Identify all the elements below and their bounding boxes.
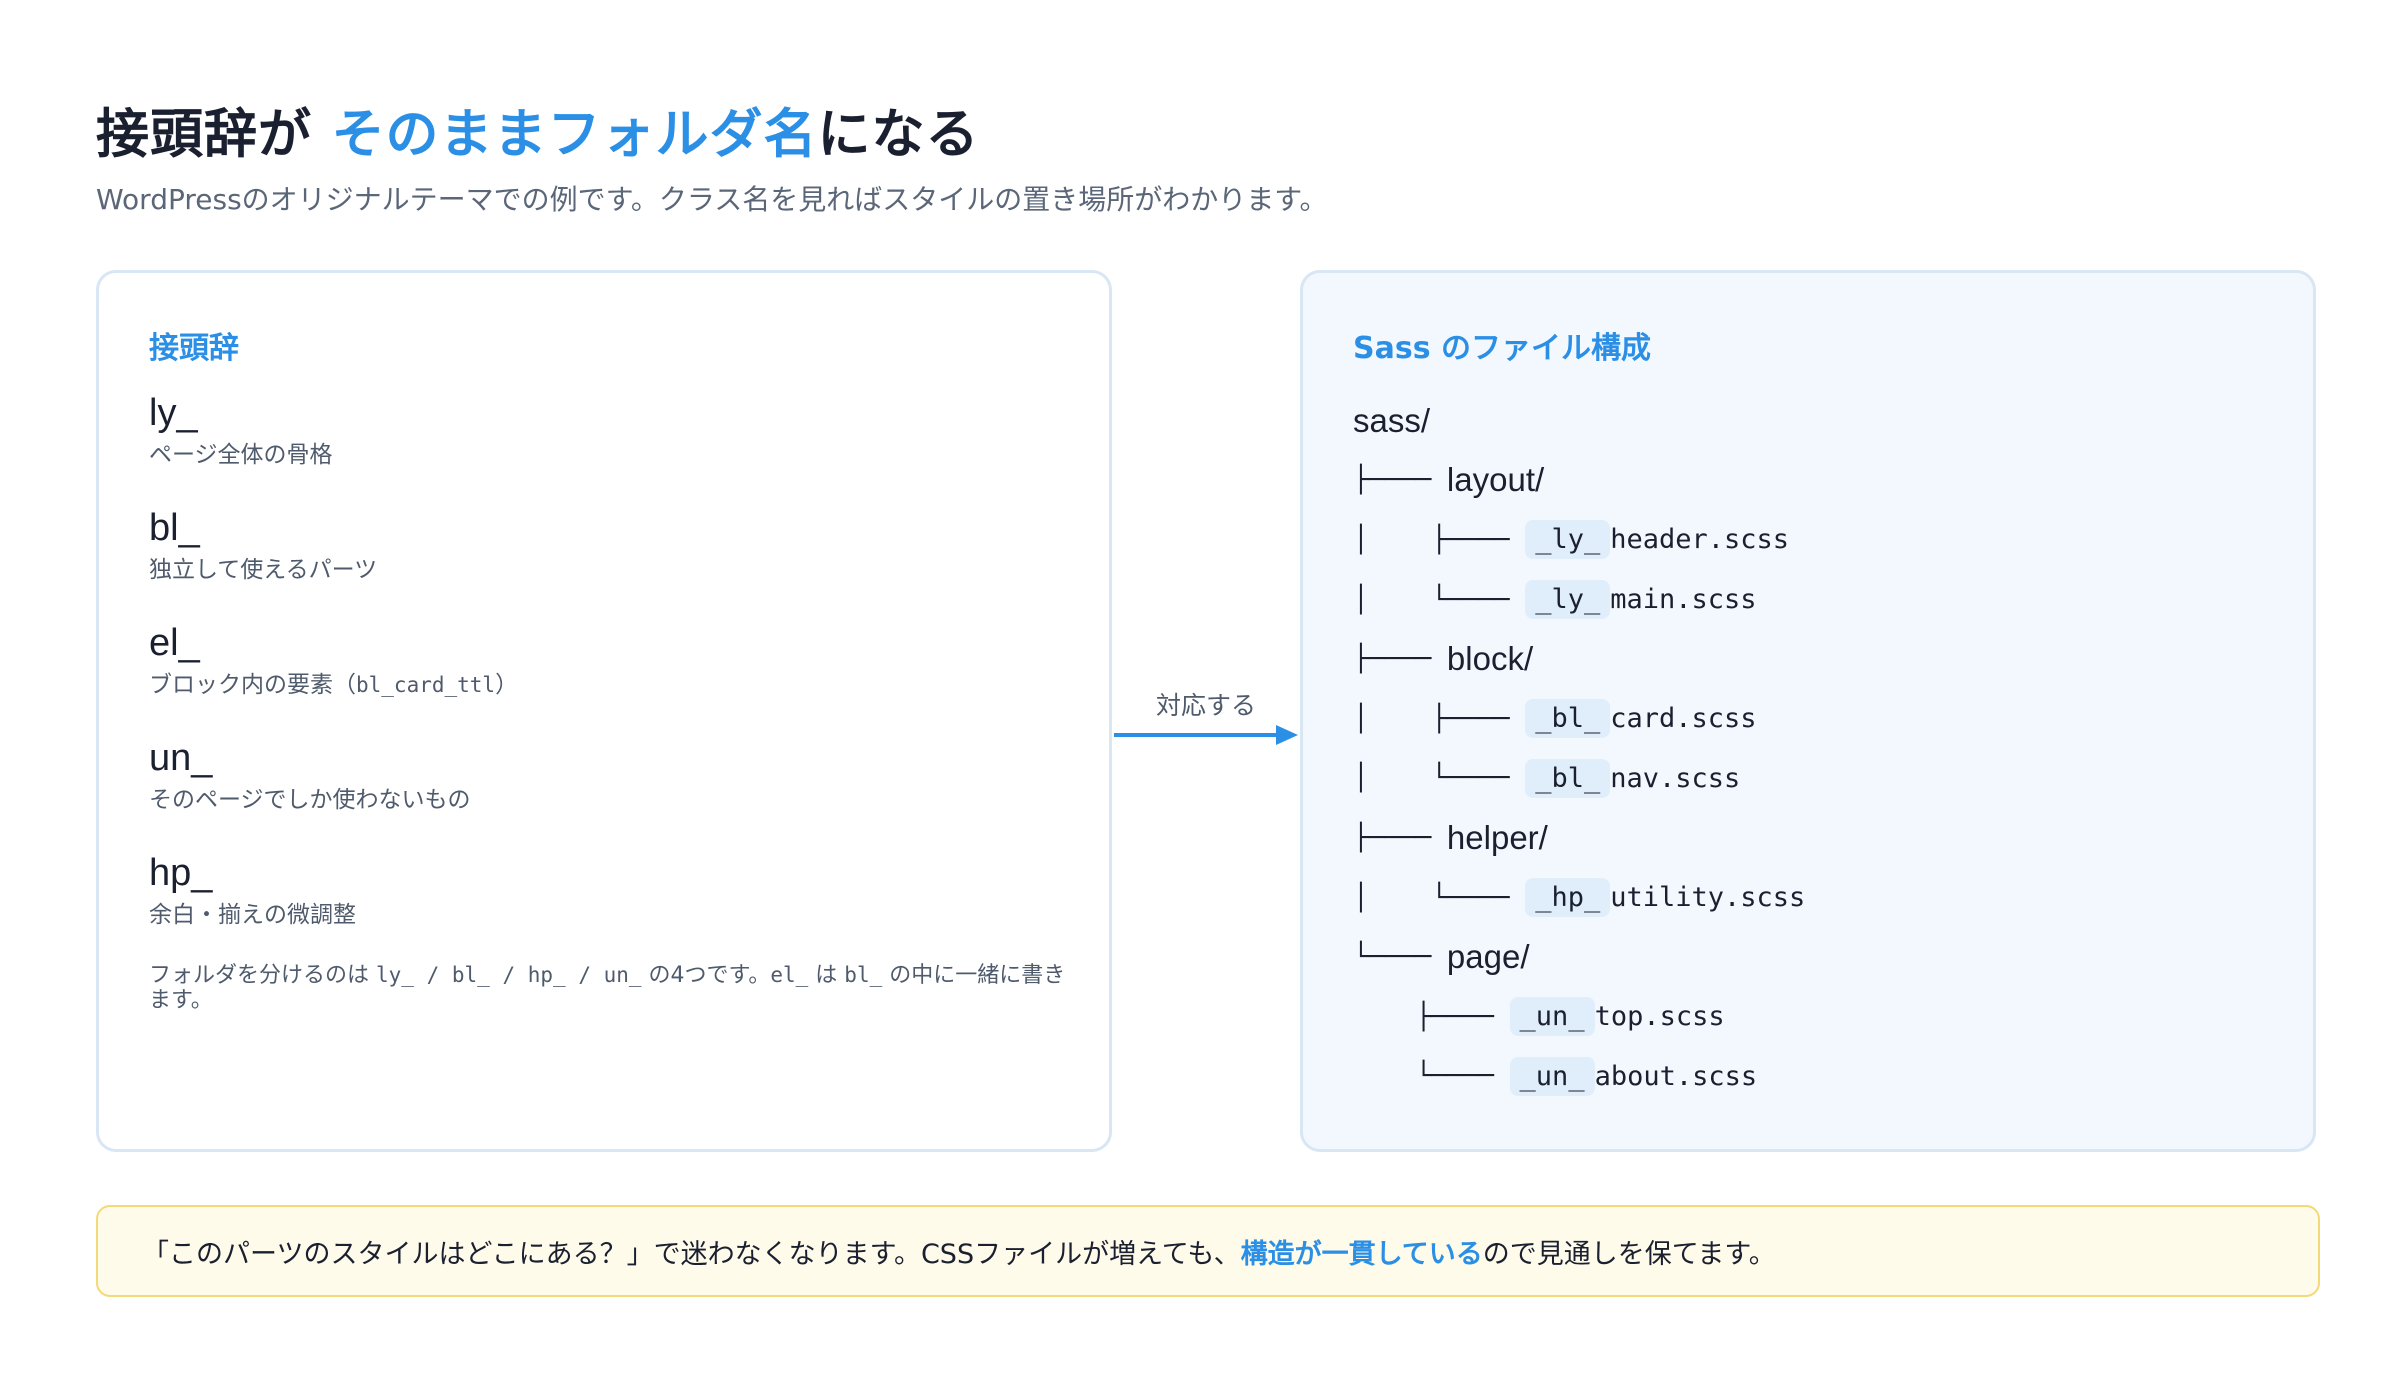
page-subtitle: WordPressのオリジナルテーマでの例です。クラス名を見ればスタイルの置き場… bbox=[96, 183, 1328, 216]
note-sep: / bbox=[413, 963, 452, 987]
tree-file: _bl_ nav.scss bbox=[1525, 758, 1741, 798]
tree-file: _ly_ main.scss bbox=[1525, 580, 1757, 620]
prefix-panel: 接頭辞 ly_ ページ全体の骨格 bl_ 独立して使えるパーツ el_ ブロック… bbox=[96, 270, 1112, 1152]
tree-file-row: │ └──── _bl_ nav.scss bbox=[1353, 749, 2273, 809]
tree-guide: │ └──── bbox=[1353, 763, 1526, 794]
prefix-desc-text: ） bbox=[495, 672, 519, 698]
tree-guide: │ └──── bbox=[1353, 584, 1526, 615]
tree-folder-row: ├──── layout/ bbox=[1353, 451, 2273, 511]
prefix-desc: そのページでしか使わないもの bbox=[149, 787, 471, 813]
tree-file-row: │ ├──── _bl_ card.scss bbox=[1353, 689, 2273, 749]
folder-name: block/ bbox=[1446, 640, 1534, 678]
note-text: は bbox=[808, 963, 845, 988]
tree-file-row: ├──── _un_ top.scss bbox=[1353, 987, 2273, 1047]
sass-file-tree: sass/├──── layout/│ ├──── _ly_ header.scs… bbox=[1353, 391, 2273, 1106]
title-after: になる bbox=[817, 104, 980, 165]
title-accent: そのままフォルダ名 bbox=[331, 104, 818, 165]
note-code: bl_ bbox=[451, 963, 490, 987]
file-prefix-chip: _bl_ bbox=[1525, 758, 1611, 798]
tree-folder-row: ├──── helper/ bbox=[1353, 808, 2273, 868]
file-prefix-chip: _ly_ bbox=[1525, 520, 1611, 560]
tree-folder-row: sass/ bbox=[1353, 391, 2273, 451]
file-name: header.scss bbox=[1610, 524, 1790, 556]
tree-guide: └──── bbox=[1353, 1061, 1510, 1092]
prefix-desc: 独立して使えるパーツ bbox=[149, 557, 378, 583]
note-code: un_ bbox=[603, 963, 642, 987]
prefix-code: hp_ bbox=[149, 852, 213, 894]
file-prefix-chip: _bl_ bbox=[1525, 699, 1611, 739]
tree-file-row: │ └──── _ly_ main.scss bbox=[1353, 570, 2273, 630]
prefix-note: フォルダを分けるのは ly_ / bl_ / hp_ / un_ の4つです。e… bbox=[149, 963, 1069, 1013]
connector-label: 対応する bbox=[1155, 691, 1256, 720]
sass-panel-heading: Sass のファイル構成 bbox=[1353, 331, 1652, 366]
tree-guide: │ └──── bbox=[1353, 882, 1526, 913]
tree-file-row: │ └──── _hp_ utility.scss bbox=[1353, 868, 2273, 928]
prefix-code: un_ bbox=[149, 737, 213, 779]
file-prefix-chip: _un_ bbox=[1509, 997, 1595, 1037]
tree-guide: ├──── bbox=[1353, 644, 1447, 675]
file-prefix-chip: _hp_ bbox=[1525, 878, 1611, 918]
connector-arrow-head bbox=[1276, 725, 1298, 745]
note-sep: / bbox=[489, 963, 528, 987]
prefix-code: el_ bbox=[149, 622, 200, 664]
note-code: bl_ bbox=[844, 963, 883, 987]
prefix-code: bl_ bbox=[149, 507, 200, 549]
file-name: nav.scss bbox=[1610, 762, 1741, 794]
prefix-list: ly_ ページ全体の骨格 bl_ 独立して使えるパーツ el_ ブロック内の要素… bbox=[149, 389, 1069, 964]
file-name: card.scss bbox=[1610, 703, 1757, 735]
connector-arrow-icon bbox=[1114, 725, 1298, 745]
note-text: フォルダを分けるのは bbox=[149, 963, 376, 988]
file-prefix-chip: _ly_ bbox=[1525, 580, 1611, 620]
folder-name: layout/ bbox=[1446, 461, 1545, 499]
tree-file: _un_ top.scss bbox=[1509, 997, 1725, 1037]
tree-guide: ├──── bbox=[1353, 465, 1447, 496]
summary-highlight: 構造が一貫している bbox=[1240, 1238, 1483, 1270]
folder-name: sass/ bbox=[1353, 401, 1431, 439]
file-prefix-chip: _un_ bbox=[1509, 1056, 1595, 1096]
file-name: about.scss bbox=[1594, 1060, 1758, 1092]
prefix-desc: ブロック内の要素（bl_card_ttl） bbox=[149, 669, 1069, 701]
prefix-code: ly_ bbox=[149, 392, 198, 434]
tree-guide: │ ├──── bbox=[1353, 703, 1526, 734]
tree-file: _bl_ card.scss bbox=[1525, 699, 1757, 739]
tree-file: _ly_ header.scss bbox=[1525, 520, 1790, 560]
prefix-desc: 余白・揃えの微調整 bbox=[149, 902, 356, 928]
tree-folder-row: ├──── block/ bbox=[1353, 629, 2273, 689]
note-sep: / bbox=[565, 963, 604, 987]
prefix-panel-heading: 接頭辞 bbox=[149, 331, 239, 366]
summary-text: 「このパーツのスタイルはどこにある？」で迷わなくなります。CSSファイルが増えて… bbox=[142, 1238, 1241, 1270]
sass-structure-panel: Sass のファイル構成 sass/├──── layout/│ ├──── _… bbox=[1300, 270, 2316, 1152]
note-code: el_ bbox=[770, 963, 809, 987]
prefix-desc-text: ブロック内の要素（ bbox=[149, 672, 356, 698]
prefix-item-ly: ly_ ページ全体の骨格 bbox=[149, 389, 1069, 504]
tree-file: _hp_ utility.scss bbox=[1525, 878, 1806, 918]
file-name: top.scss bbox=[1594, 1001, 1725, 1033]
note-code: hp_ bbox=[527, 963, 566, 987]
prefix-item-hp: hp_ 余白・揃えの微調整 bbox=[149, 849, 1069, 964]
tree-guide: │ ├──── bbox=[1353, 524, 1526, 555]
prefix-item-un: un_ そのページでしか使わないもの bbox=[149, 734, 1069, 849]
tree-file: _un_ about.scss bbox=[1509, 1056, 1758, 1096]
file-name: utility.scss bbox=[1610, 882, 1806, 914]
summary-text: ので見通しを保てます。 bbox=[1482, 1238, 1776, 1270]
tree-guide: ├──── bbox=[1353, 822, 1447, 853]
note-text: の4つです。 bbox=[641, 963, 771, 988]
tree-guide: └──── bbox=[1353, 942, 1447, 973]
tree-guide: ├──── bbox=[1353, 1001, 1510, 1032]
tree-file-row: └──── _un_ about.scss bbox=[1353, 1047, 2273, 1107]
prefix-item-el: el_ ブロック内の要素（bl_card_ttl） bbox=[149, 619, 1069, 734]
page-title: 接頭辞が そのままフォルダ名になる bbox=[96, 92, 979, 168]
summary-callout: 「このパーツのスタイルはどこにある？」で迷わなくなります。CSSファイルが増えて… bbox=[96, 1205, 2320, 1297]
prefix-item-bl: bl_ 独立して使えるパーツ bbox=[149, 504, 1069, 619]
prefix-desc-code: bl_card_ttl bbox=[356, 673, 496, 697]
file-name: main.scss bbox=[1610, 584, 1757, 616]
folder-name: helper/ bbox=[1446, 818, 1548, 856]
note-code: ly_ bbox=[376, 963, 414, 987]
title-before: 接頭辞が bbox=[96, 104, 332, 165]
tree-file-row: │ ├──── _ly_ header.scss bbox=[1353, 510, 2273, 570]
prefix-desc: ページ全体の骨格 bbox=[149, 442, 333, 468]
folder-name: page/ bbox=[1446, 938, 1530, 976]
tree-folder-row: └──── page/ bbox=[1353, 927, 2273, 987]
